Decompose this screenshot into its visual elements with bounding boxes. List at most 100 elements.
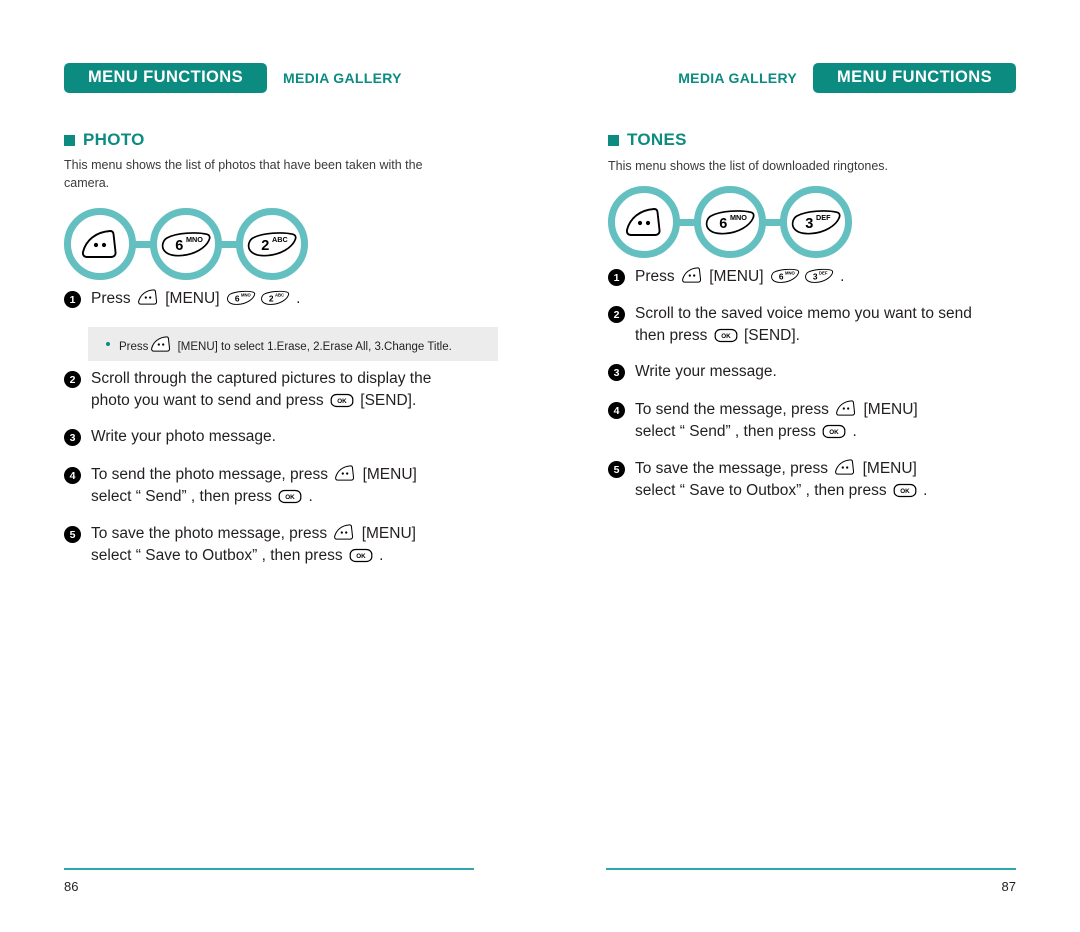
svg-text:DEF: DEF	[819, 270, 828, 275]
svg-text:6: 6	[175, 238, 183, 254]
svg-text:3: 3	[805, 216, 813, 232]
step-number-badge: 4	[64, 467, 81, 484]
section-heading-tones: TONES	[608, 130, 687, 150]
step-item: 5 To save the photo message, press [MENU]…	[64, 523, 494, 567]
svg-text:6: 6	[719, 216, 727, 232]
step-line: Press [MENU] 6 MNO 3 DEF .	[635, 266, 845, 285]
svg-text:MNO: MNO	[241, 292, 252, 297]
svg-text:6: 6	[235, 293, 240, 303]
step-text: Press [MENU] 6 MNO 2 ABC .	[91, 288, 300, 310]
svg-text:OK: OK	[900, 488, 910, 495]
inline-digit-key-icon: 3 DEF	[804, 268, 834, 284]
step-item: 4 To send the photo message, press [MENU]…	[64, 464, 494, 508]
step-item: 2 Scroll to the saved voice memo you want…	[608, 303, 1028, 347]
breadcrumb-media-gallery: MEDIA GALLERY	[283, 70, 402, 86]
svg-text:OK: OK	[721, 333, 731, 340]
header-right: MEDIA GALLERY MENU FUNCTIONS	[678, 63, 1016, 93]
section-bullet-icon	[608, 134, 619, 146]
svg-text:2: 2	[269, 293, 274, 303]
step-item: 5 To save the message, press [MENU] select…	[608, 458, 1028, 502]
menu-key-icon	[64, 208, 136, 280]
step-text: Press [MENU] 6 MNO 3 DEF .	[635, 266, 844, 288]
key-chain-link	[765, 218, 781, 226]
inline-ok-key-icon: OK	[349, 548, 373, 563]
header-tab-menu-functions: MENU FUNCTIONS	[64, 63, 268, 93]
step-number-badge: 5	[64, 526, 81, 543]
svg-text:DEF: DEF	[816, 212, 831, 221]
step-item: 1 Press [MENU] 6 MNO 3 DEF .	[608, 266, 1028, 288]
inline-ok-key-icon: OK	[822, 424, 846, 439]
section-heading-photo: PHOTO	[64, 130, 145, 150]
section-title: PHOTO	[83, 130, 145, 149]
inline-ok-key-icon: OK	[278, 489, 302, 504]
step-text: To send the photo message, press [MENU] s…	[91, 464, 417, 508]
step-line: photo you want to send and press OK [SEN…	[91, 392, 417, 409]
inline-menu-key-icon	[150, 335, 172, 353]
step-line: To send the photo message, press [MENU]	[91, 464, 417, 483]
inline-digit-key-icon: 2 ABC	[260, 290, 290, 306]
step-text: Write your message.	[635, 361, 777, 383]
step-item: 2 Scroll through the captured pictures to…	[64, 368, 494, 412]
step-item: 3 Write your message.	[608, 361, 1028, 383]
svg-text:MNO: MNO	[785, 270, 796, 275]
inline-menu-key-icon	[681, 266, 703, 284]
page-right: MEDIA GALLERY MENU FUNCTIONS TONES This …	[540, 0, 1080, 932]
key-sequence-graphic: 6 MNO 3 DEF	[608, 186, 852, 258]
step-text: To save the message, press [MENU] select …	[635, 458, 928, 502]
step-item: 1 Press [MENU] 6 MNO 2 ABC .	[64, 288, 494, 310]
key-sequence-graphic: 6 MNO 2 ABC	[64, 208, 308, 280]
step-line: Scroll to the saved voice memo you want …	[635, 305, 972, 322]
key-chain-link	[679, 218, 695, 226]
step-item: 4 To send the message, press [MENU] select…	[608, 399, 1028, 443]
inline-menu-key-icon	[834, 458, 856, 476]
steps-list: 1 Press [MENU] 6 MNO 3 DEF . 2 Scroll to the s…	[608, 266, 1028, 515]
step-number-badge: 2	[608, 306, 625, 323]
step-number-badge: 2	[64, 371, 81, 388]
manual-spread: MENU FUNCTIONS MEDIA GALLERY PHOTO This …	[0, 0, 1080, 932]
step-line: then press OK [SEND].	[635, 327, 800, 344]
step-number-badge: 1	[608, 269, 625, 286]
step-text: To save the photo message, press [MENU] s…	[91, 523, 416, 567]
svg-text:3: 3	[813, 271, 818, 281]
step-line: Scroll through the captured pictures to …	[91, 370, 432, 387]
header-left: MENU FUNCTIONS MEDIA GALLERY	[64, 63, 402, 93]
tip-note-box: Press [MENU] to select 1.Erase, 2.Erase …	[88, 327, 498, 361]
svg-text:OK: OK	[356, 553, 366, 560]
step-text: Write your photo message.	[91, 426, 276, 448]
digit-key-icon: 2 ABC	[236, 208, 308, 280]
svg-text:MNO: MNO	[186, 234, 203, 243]
note-bullet-icon	[106, 342, 110, 346]
section-intro-text: This menu shows the list of downloaded r…	[608, 159, 889, 173]
step-line: To send the message, press [MENU]	[635, 399, 918, 418]
section-title: TONES	[627, 130, 687, 149]
inline-ok-key-icon: OK	[714, 328, 738, 343]
inline-digit-key-icon: 6 MNO	[770, 268, 800, 284]
svg-text:OK: OK	[830, 429, 840, 436]
svg-text:ABC: ABC	[272, 234, 288, 243]
step-number-badge: 3	[64, 429, 81, 446]
svg-text:2: 2	[261, 238, 269, 254]
step-text: Scroll through the captured pictures to …	[91, 368, 431, 412]
svg-text:6: 6	[779, 271, 784, 281]
inline-digit-key-icon: 6 MNO	[226, 290, 256, 306]
inline-menu-key-icon	[334, 464, 356, 482]
section-intro-text: This menu shows the list of photos that …	[64, 158, 423, 191]
step-line: Write your message.	[635, 363, 777, 380]
inline-menu-key-icon	[333, 523, 355, 541]
inline-menu-key-icon	[835, 399, 857, 417]
header-tab-menu-functions: MENU FUNCTIONS	[812, 63, 1016, 93]
footer-rule-left	[64, 868, 474, 870]
menu-key-icon	[608, 186, 680, 258]
step-line: select “ Send” , then press OK .	[91, 488, 313, 505]
digit-key-icon: 3 DEF	[780, 186, 852, 258]
inline-ok-key-icon: OK	[330, 393, 354, 408]
svg-text:MNO: MNO	[730, 212, 747, 221]
key-chain-link	[135, 240, 151, 248]
page-number-right: 87	[1001, 879, 1016, 894]
step-item: 3 Write your photo message.	[64, 426, 494, 448]
step-line: To save the photo message, press [MENU]	[91, 523, 416, 542]
step-number-badge: 4	[608, 402, 625, 419]
page-number-left: 86	[64, 879, 79, 894]
note-text: Press [MENU] to select 1.Erase, 2.Erase …	[119, 335, 452, 354]
key-chain-link	[221, 240, 237, 248]
